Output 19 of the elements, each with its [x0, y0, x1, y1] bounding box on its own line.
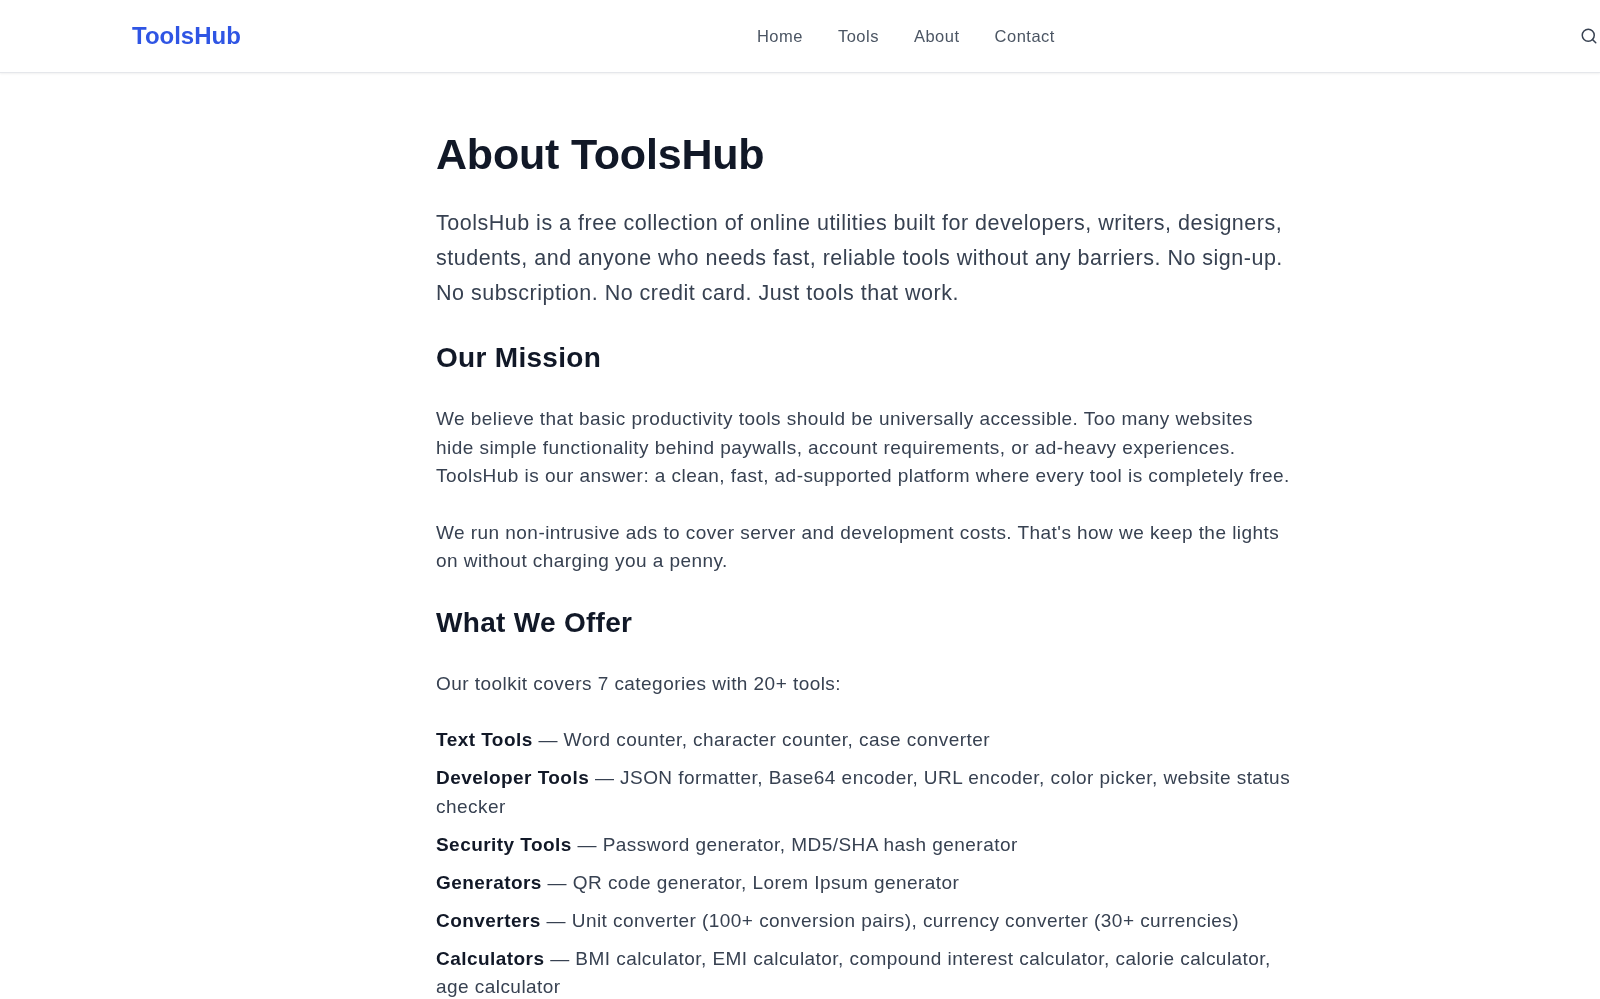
- nav-link[interactable]: Contact: [994, 23, 1055, 49]
- category-item: Converters — Unit converter (100+ conversion pairs), currency converter (30+ currencies): [436, 908, 1241, 933]
- body-paragraph: We run non-intrusive ads to cover server and development costs. That's how we keep the lights on without charging you a penny.: [436, 520, 1281, 573]
- site-logo[interactable]: ToolsHub: [132, 18, 241, 54]
- page-title: About ToolsHub: [436, 129, 766, 180]
- category-item: Developer Tools — JSON formatter, Base64 encoder, URL encoder, color picker, website status checker: [436, 766, 1292, 819]
- body-paragraph: Our toolkit covers 7 categories with 20+ tools:: [436, 671, 843, 696]
- section-heading: Our Mission: [436, 341, 603, 375]
- category-item: Calculators — BMI calculator, EMI calculator, compound interest calculator, calorie calculator, age calculator: [436, 946, 1272, 999]
- nav-link[interactable]: Home: [756, 23, 803, 49]
- category-item: Text Tools — Word counter, character counter, case converter: [436, 728, 991, 752]
- category-item: Security Tools — Password generator, MD5/SHA hash generator: [436, 832, 1019, 857]
- intro-paragraph: ToolsHub is a free collection of online utilities built for developers, writers, designers, students, and anyone who needs fast, reliable tools without any barriers. No sign-up. No subscription. No credit card. Just tools that work.: [436, 210, 1284, 307]
- section-heading: What We Offer: [436, 605, 634, 640]
- category-item: Generators — QR code generator, Lorem Ipsum generator: [436, 870, 961, 895]
- body-paragraph: We believe that basic productivity tools should be universally accessible. Too many websites hide simple functionality behind paywalls, account requirements, or ad-heavy experiences. ToolsHub is our answer: a clean, fast, ad-supported platform where every tool is completely free.: [436, 407, 1291, 488]
- nav-link[interactable]: About: [913, 23, 960, 49]
- nav-link[interactable]: Tools: [837, 23, 879, 49]
- search-icon[interactable]: [1580, 27, 1598, 45]
